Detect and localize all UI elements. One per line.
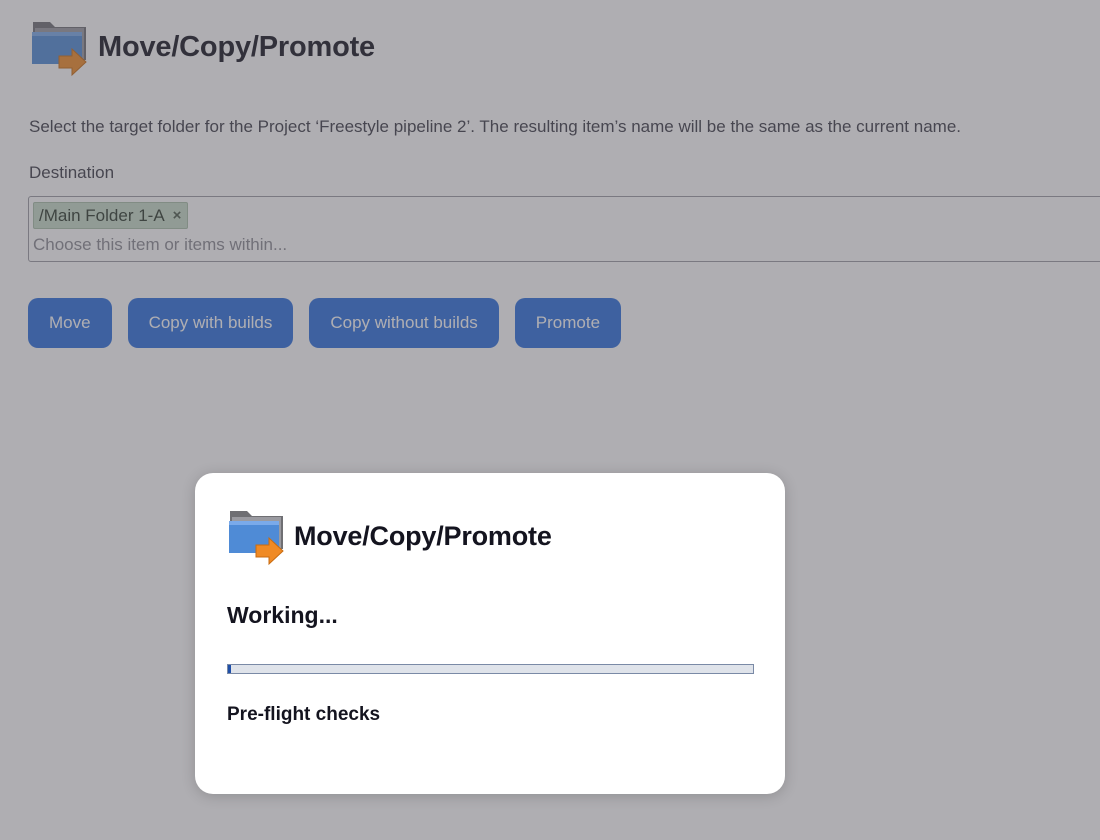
progress-bar <box>227 664 754 674</box>
dialog-title: Move/Copy/Promote <box>294 520 552 551</box>
folder-move-icon <box>227 505 289 567</box>
progress-dialog: Move/Copy/Promote Working... Pre-flight … <box>195 473 785 794</box>
dialog-header: Move/Copy/Promote <box>227 505 552 567</box>
dialog-step-label: Pre-flight checks <box>227 704 381 725</box>
dialog-status: Working... <box>227 602 338 628</box>
progress-bar-fill <box>228 665 231 673</box>
